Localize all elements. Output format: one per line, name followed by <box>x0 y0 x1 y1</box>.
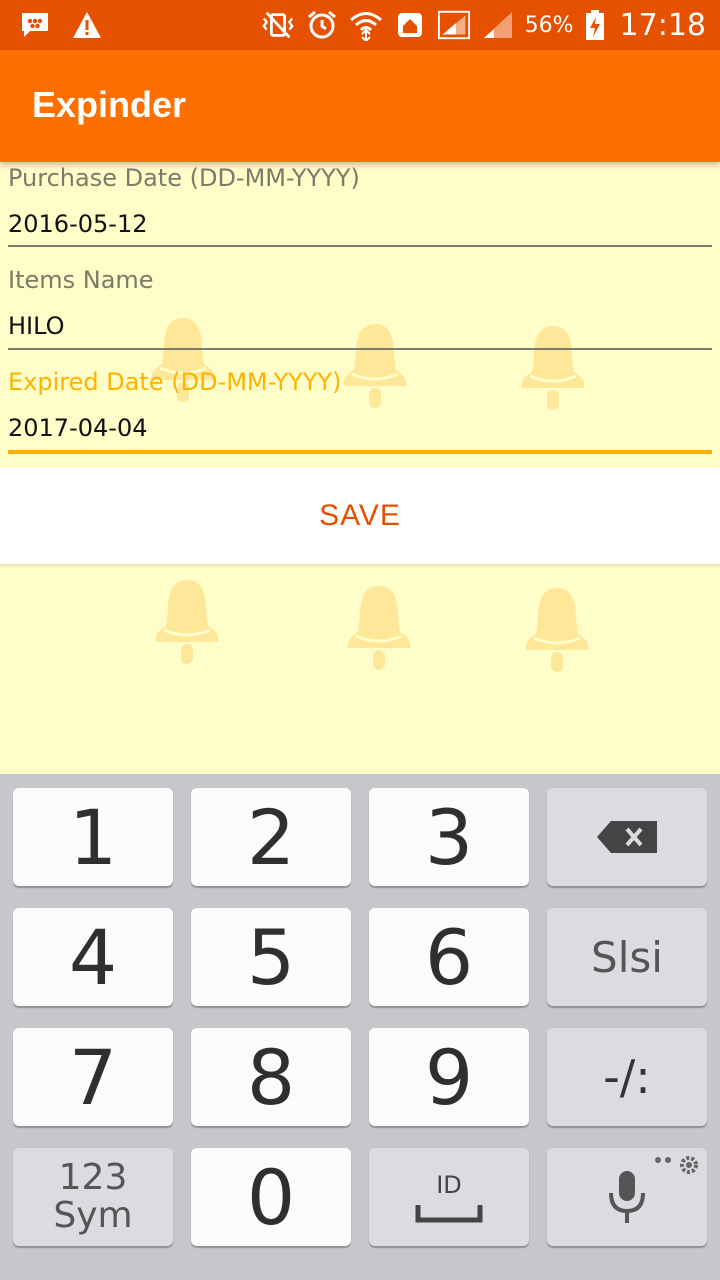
key-5[interactable]: 5 <box>191 908 351 1006</box>
bell-watermark-icon <box>155 580 219 664</box>
key-8[interactable]: 8 <box>191 1028 351 1126</box>
alarm-icon <box>305 8 339 42</box>
expired-date-field: Expired Date (DD-MM-YYYY) <box>8 366 712 456</box>
key-4[interactable]: 4 <box>13 908 173 1006</box>
space-locale-label: ID <box>436 1171 462 1199</box>
signal-icon-2 <box>481 8 515 42</box>
numeric-keyboard: 1 2 3 4 5 6 Slsi 7 8 9 -/: 123 Sym 0 ID <box>0 774 720 1280</box>
bbm-icon <box>18 8 52 42</box>
app-title: Expinder <box>32 84 187 125</box>
expired-date-input[interactable] <box>8 411 712 445</box>
symbols-key[interactable]: 123 Sym <box>13 1148 173 1246</box>
space-key[interactable]: ID <box>369 1148 529 1246</box>
symbols-key-top: 123 <box>58 1157 128 1198</box>
wifi-icon <box>349 8 383 42</box>
voice-input-key[interactable] <box>547 1148 707 1246</box>
key-1[interactable]: 1 <box>13 788 173 886</box>
items-name-field: Items Name <box>8 264 712 350</box>
language-key[interactable]: Slsi <box>547 908 707 1006</box>
expired-date-label: Expired Date (DD-MM-YYYY) <box>8 368 342 396</box>
clock: 17:18 <box>619 7 706 43</box>
items-name-underline <box>8 348 712 350</box>
battery-charging-icon <box>584 8 606 42</box>
signal-icon <box>437 8 471 42</box>
purchase-date-label: Purchase Date (DD-MM-YYYY) <box>8 164 360 192</box>
expired-date-underline <box>8 450 712 454</box>
key-9[interactable]: 9 <box>369 1028 529 1126</box>
punctuation-key[interactable]: -/: <box>547 1028 707 1126</box>
purchase-date-input[interactable] <box>8 207 712 241</box>
settings-icon <box>655 1156 698 1174</box>
app-bar: Expinder <box>0 50 720 162</box>
key-0[interactable]: 0 <box>191 1148 351 1246</box>
backspace-icon <box>597 821 657 853</box>
backspace-key[interactable] <box>547 788 707 886</box>
bell-watermark-icon <box>347 586 411 670</box>
key-6[interactable]: 6 <box>369 908 529 1006</box>
vibrate-icon <box>261 8 295 42</box>
home-icon <box>393 8 427 42</box>
status-bar: 56% 17:18 <box>0 0 720 50</box>
battery-percent: 56% <box>524 12 574 38</box>
symbols-key-bottom: Sym <box>53 1195 133 1236</box>
items-name-label: Items Name <box>8 266 154 294</box>
bell-watermark-icon <box>525 588 589 672</box>
key-7[interactable]: 7 <box>13 1028 173 1126</box>
warning-icon <box>70 8 104 42</box>
space-icon <box>415 1205 483 1223</box>
purchase-date-underline <box>8 245 712 247</box>
key-2[interactable]: 2 <box>191 788 351 886</box>
items-name-input[interactable] <box>8 309 712 343</box>
save-button[interactable]: SAVE <box>0 468 720 564</box>
microphone-icon <box>609 1171 645 1223</box>
key-3[interactable]: 3 <box>369 788 529 886</box>
purchase-date-field: Purchase Date (DD-MM-YYYY) <box>8 162 712 248</box>
